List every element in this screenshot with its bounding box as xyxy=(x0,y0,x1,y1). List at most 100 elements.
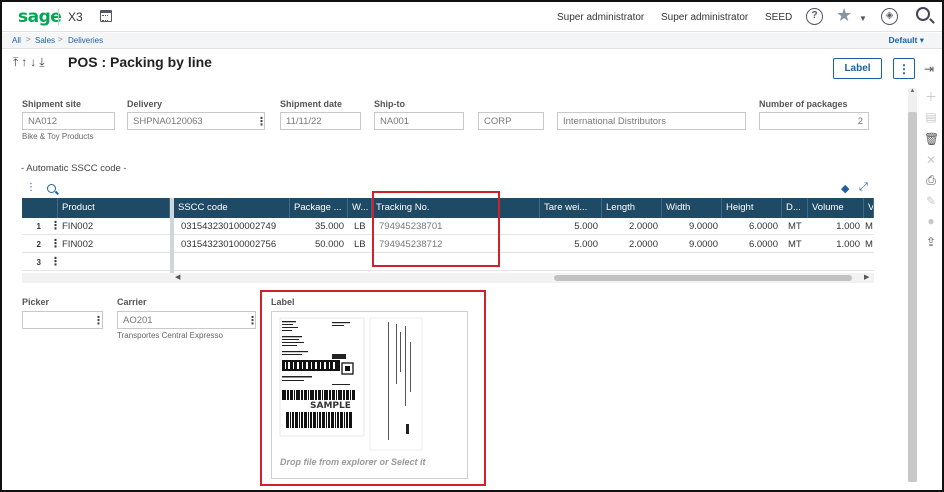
calendar-icon[interactable] xyxy=(100,10,112,22)
add-icon[interactable]: ＋ xyxy=(924,90,938,104)
dashboard-selector[interactable]: Default ▾ xyxy=(889,35,924,46)
scroll-right-arrow-icon[interactable]: ▶ xyxy=(864,273,869,281)
cell-volume-unit[interactable]: M xyxy=(864,218,874,235)
column-product[interactable]: Product xyxy=(58,198,170,218)
grid-header-spacer xyxy=(22,198,58,218)
attachment-icon[interactable]: ✎ xyxy=(924,194,938,208)
column-width[interactable]: Width xyxy=(662,198,722,218)
cell-width[interactable]: 9.0000 xyxy=(662,218,722,235)
ship-to-field[interactable]: NA001 xyxy=(374,112,464,130)
more-actions-button[interactable]: ⋮ xyxy=(893,58,915,79)
column-volume[interactable]: Volume xyxy=(808,198,864,218)
compass-icon[interactable]: ◈ xyxy=(881,8,898,25)
column-package[interactable]: Package ... xyxy=(290,198,348,218)
breadcrumb-deliveries[interactable]: Deliveries xyxy=(68,36,103,45)
share-icon[interactable]: ⇪ xyxy=(924,235,938,249)
cell-product[interactable]: FIN002 xyxy=(58,218,170,235)
number-of-packages-field[interactable]: 2 xyxy=(759,112,869,130)
cell-sscc-code[interactable]: 031543230100002749 xyxy=(177,218,290,235)
save-icon[interactable]: ▤ xyxy=(924,110,938,124)
cell-volume[interactable]: 1.000 xyxy=(808,218,864,235)
sage-logo[interactable]: sage xyxy=(18,7,62,27)
carrier-label: Carrier xyxy=(117,297,147,307)
column-length[interactable]: Length xyxy=(602,198,662,218)
row-menu-icon[interactable]: ⋮ xyxy=(50,254,61,271)
cell-length[interactable]: 2.0000 xyxy=(602,236,662,253)
cell-width[interactable]: 9.0000 xyxy=(662,236,722,253)
cell-package[interactable]: 35.000 xyxy=(290,218,348,235)
breadcrumb-sales[interactable]: Sales xyxy=(35,36,55,45)
cell-tare-weight[interactable]: 5.000 xyxy=(540,236,602,253)
vertical-scrollbar-thumb[interactable] xyxy=(908,112,917,482)
tracking-highlight-box xyxy=(372,191,500,267)
print-icon[interactable]: ⎙ xyxy=(924,173,938,187)
dashboard-selector-label: Default xyxy=(888,35,918,45)
user-menu[interactable]: Super administrator xyxy=(557,12,644,23)
help-icon[interactable]: ? xyxy=(806,8,823,25)
horizontal-scrollbar-thumb[interactable] xyxy=(554,275,852,281)
picker-field[interactable] xyxy=(22,311,103,329)
grid-options-icon[interactable]: ⋮ xyxy=(26,182,36,193)
label-highlight-box xyxy=(260,290,486,486)
comment-icon[interactable]: ● xyxy=(924,214,938,228)
carrier-options-icon[interactable]: ⋮ xyxy=(247,314,258,327)
cell-tare-weight[interactable]: 5.000 xyxy=(540,218,602,235)
search-icon[interactable] xyxy=(916,7,930,21)
carrier-field[interactable]: AO201 xyxy=(117,311,256,329)
delete-icon[interactable]: 🗑 xyxy=(924,132,939,146)
page-title: POS : Packing by line xyxy=(68,54,212,70)
picker-label: Picker xyxy=(22,297,50,307)
column-sscc-code[interactable]: SSCC code xyxy=(174,198,290,218)
cell-dimension-unit[interactable]: MT xyxy=(784,218,808,235)
picker-options-icon[interactable]: ⋮ xyxy=(93,314,104,327)
label-button[interactable]: Label xyxy=(833,58,882,79)
cell-height[interactable]: 6.0000 xyxy=(722,236,782,253)
delivery-field[interactable]: SHPNA0120063 xyxy=(127,112,265,130)
cell-sscc-code[interactable]: 031543230100002756 xyxy=(177,236,290,253)
cell-weight-unit[interactable]: LB xyxy=(350,236,372,253)
exit-icon[interactable]: ⇥ xyxy=(924,62,934,76)
delivery-options-icon[interactable]: ⋮ xyxy=(256,115,267,128)
expand-icon[interactable]: ⤢ xyxy=(859,181,868,194)
shipment-date-label: Shipment date xyxy=(280,99,343,109)
cell-volume[interactable]: 1.000 xyxy=(808,236,864,253)
shipment-site-label: Shipment site xyxy=(22,99,82,109)
cell-package[interactable]: 50.000 xyxy=(290,236,348,253)
layers-icon[interactable]: ◆ xyxy=(841,182,849,195)
row-number: 3 xyxy=(36,258,41,267)
delivery-label: Delivery xyxy=(127,99,163,109)
column-height[interactable]: Height xyxy=(722,198,782,218)
grid-search-icon[interactable] xyxy=(47,184,56,193)
column-tare-weight[interactable]: Tare wei... xyxy=(540,198,602,218)
section-title: - Automatic SSCC code - xyxy=(21,163,127,174)
scroll-up-arrow-icon[interactable]: ▲ xyxy=(908,88,917,98)
row-number: 2 xyxy=(36,240,41,249)
cell-height[interactable]: 6.0000 xyxy=(722,218,782,235)
logo-divider xyxy=(58,9,59,25)
favorites-star-icon[interactable]: ★ xyxy=(836,5,852,26)
chevron-right-icon: > xyxy=(26,35,31,44)
scroll-left-arrow-icon[interactable]: ◀ xyxy=(175,273,180,281)
number-of-packages-label: Number of packages xyxy=(759,99,848,109)
cancel-icon[interactable]: ✕ xyxy=(924,153,938,167)
shipment-site-description: Bike & Toy Products xyxy=(22,132,94,141)
shipment-date-field[interactable]: 11/11/22 xyxy=(280,112,361,130)
frozen-column-divider xyxy=(170,198,174,274)
cell-dimension-unit[interactable]: MT xyxy=(784,236,808,253)
ship-to-code-field[interactable]: CORP xyxy=(478,112,544,130)
column-dimension-unit[interactable]: D... xyxy=(782,198,808,218)
folder-menu[interactable]: SEED xyxy=(765,12,792,23)
cell-weight-unit[interactable]: LB xyxy=(350,218,372,235)
breadcrumb-all[interactable]: All xyxy=(12,36,21,45)
chevron-down-icon[interactable]: ▼ xyxy=(859,14,867,23)
top-bar: sage X3 Super administrator Super admini… xyxy=(2,2,942,32)
cell-volume-unit[interactable]: M xyxy=(864,236,874,253)
role-menu[interactable]: Super administrator xyxy=(661,12,748,23)
shipment-site-field[interactable]: NA012 xyxy=(22,112,115,130)
ship-to-name-field[interactable]: International Distributors xyxy=(557,112,746,130)
cell-product[interactable]: FIN002 xyxy=(58,236,170,253)
column-volume-unit[interactable]: V xyxy=(864,198,874,218)
record-navigation[interactable]: ⤒↑↓⤓ xyxy=(13,55,48,70)
column-weight-unit[interactable]: W... xyxy=(348,198,372,218)
cell-length[interactable]: 2.0000 xyxy=(602,218,662,235)
